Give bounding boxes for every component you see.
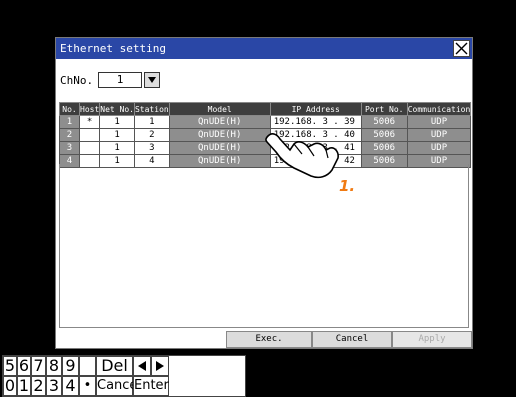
close-button[interactable]	[453, 40, 470, 57]
cell-communication[interactable]: UDP	[406, 115, 472, 129]
button-bar: Exec. Cancel Apply	[56, 331, 472, 348]
key-4[interactable]: 4	[62, 376, 79, 396]
key-6[interactable]: 6	[17, 356, 31, 376]
key-2[interactable]: 2	[31, 376, 46, 396]
cell-net-no[interactable]: 1	[99, 115, 135, 129]
key-3[interactable]: 3	[46, 376, 62, 396]
cancel-button[interactable]: Cancel	[312, 331, 392, 348]
channel-label: ChNo.	[60, 74, 94, 87]
cell-port-no[interactable]: 5006	[360, 115, 408, 129]
numeric-keypad: 5 6 7 8 9 Del 0 1 2 3 4 • Cancel Enter	[2, 355, 246, 397]
cell-net-no[interactable]: 1	[99, 128, 135, 142]
cell-station[interactable]: 3	[133, 141, 170, 155]
col-header-host: Host	[78, 102, 101, 116]
cell-host[interactable]	[78, 141, 101, 155]
cell-no: 2	[59, 128, 80, 142]
table-empty-area	[59, 164, 469, 328]
table-header-row: No. Host Net No. Station Model IP Addres…	[59, 102, 472, 116]
col-header-no: No.	[59, 102, 80, 116]
key-8[interactable]: 8	[46, 356, 62, 376]
channel-dropdown-button[interactable]	[144, 72, 160, 88]
arrow-left-icon	[135, 358, 149, 377]
channel-value[interactable]: 1	[98, 72, 142, 88]
apply-button[interactable]: Apply	[392, 331, 472, 348]
table-row[interactable]: 1 * 1 1 QnUDE(H) 192.168. 3 . 39 5006 UD…	[59, 115, 472, 129]
cell-host[interactable]	[78, 128, 101, 142]
col-header-station: Station	[133, 102, 170, 116]
window-title-bar: Ethernet setting	[56, 38, 472, 59]
col-header-net-no: Net No.	[99, 102, 135, 116]
cell-port-no[interactable]: 5006	[360, 141, 408, 155]
cell-port-no[interactable]: 5006	[360, 128, 408, 142]
cell-no: 3	[59, 141, 80, 155]
cell-ip-address[interactable]: 192.168. 3 . 39	[269, 115, 362, 129]
key-enter[interactable]: Enter	[133, 376, 169, 396]
cell-model[interactable]: QnUDE(H)	[168, 141, 271, 155]
key-5[interactable]: 5	[3, 356, 17, 376]
cell-communication[interactable]: UDP	[406, 141, 472, 155]
key-cancel[interactable]: Cancel	[96, 376, 141, 396]
exec-button[interactable]: Exec.	[226, 331, 312, 348]
key-dot[interactable]: •	[79, 376, 96, 396]
cell-net-no[interactable]: 1	[99, 141, 135, 155]
key-right[interactable]	[151, 356, 169, 376]
cell-model[interactable]: QnUDE(H)	[168, 115, 271, 129]
col-header-communication: Communication	[406, 102, 472, 116]
cell-host[interactable]: *	[78, 115, 101, 129]
cell-station[interactable]: 2	[133, 128, 170, 142]
triangle-down-icon	[145, 77, 159, 90]
key-left[interactable]	[133, 356, 151, 376]
window-title: Ethernet setting	[60, 42, 166, 55]
cell-no: 1	[59, 115, 80, 129]
cell-model[interactable]: QnUDE(H)	[168, 128, 271, 142]
key-blank[interactable]	[79, 356, 96, 376]
step-annotation: 1.	[339, 177, 356, 195]
col-header-port-no: Port No.	[360, 102, 408, 116]
cell-station[interactable]: 1	[133, 115, 170, 129]
key-1[interactable]: 1	[17, 376, 31, 396]
hand-pointer-icon	[264, 130, 344, 184]
col-header-model: Model	[168, 102, 271, 116]
key-0[interactable]: 0	[3, 376, 17, 396]
col-header-ip-address: IP Address	[269, 102, 362, 116]
cell-communication[interactable]: UDP	[406, 128, 472, 142]
key-9[interactable]: 9	[62, 356, 79, 376]
key-del[interactable]: Del	[96, 356, 133, 376]
ethernet-setting-window: Ethernet setting ChNo. 1 No. Host Net No…	[55, 37, 473, 349]
arrow-right-icon	[153, 358, 167, 377]
key-7[interactable]: 7	[31, 356, 46, 376]
